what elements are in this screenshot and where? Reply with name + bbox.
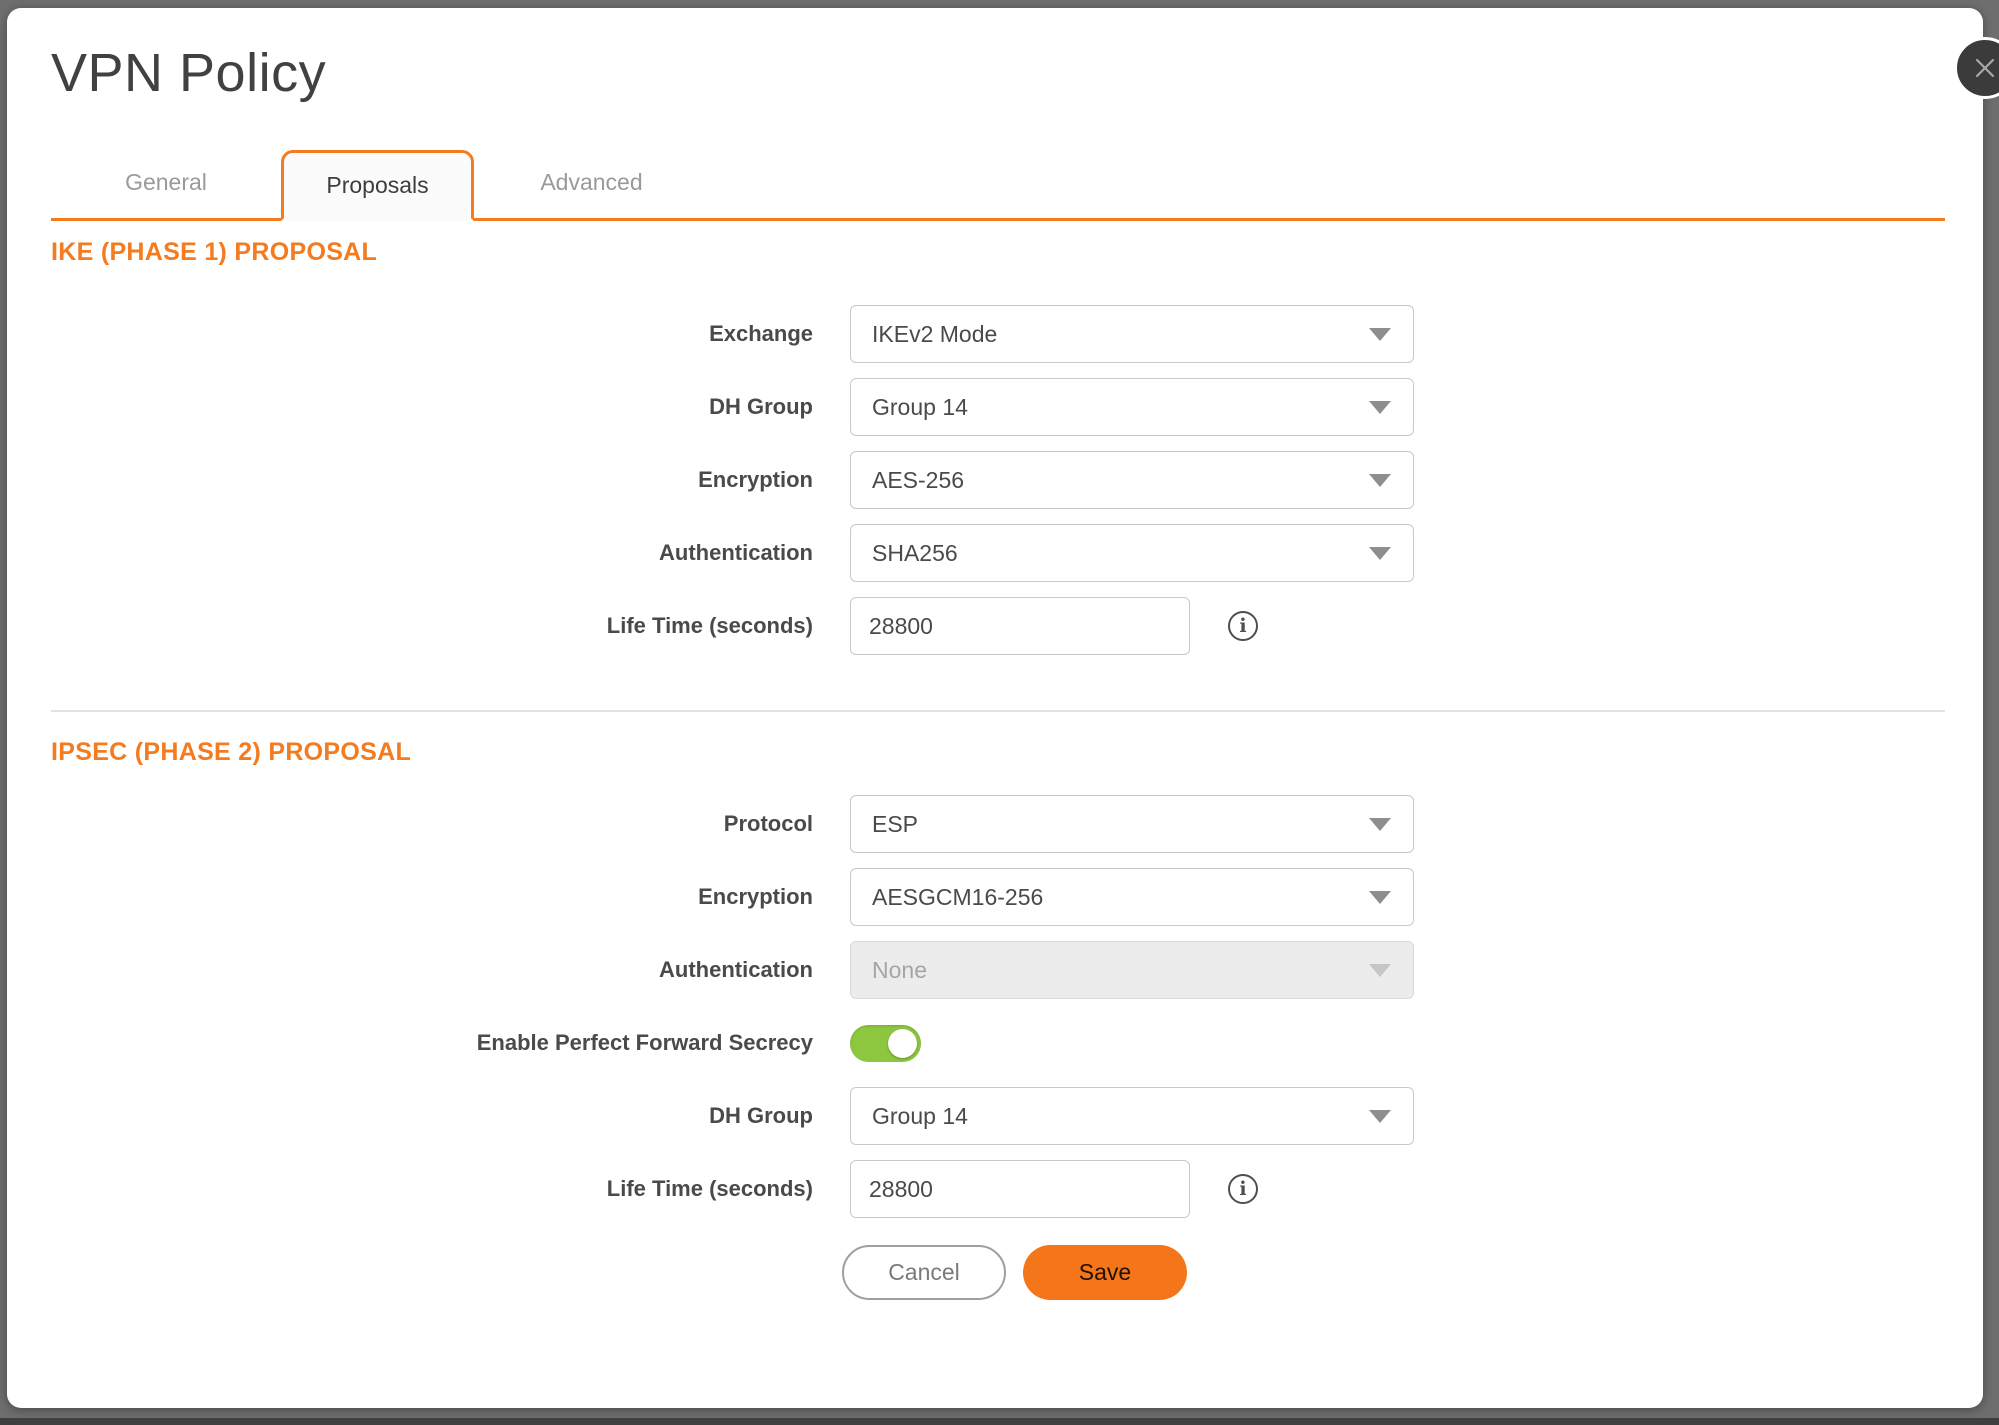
- info-icon[interactable]: i: [1228, 611, 1258, 641]
- ike-encryption-label: Encryption: [51, 467, 813, 493]
- ipsec-encryption-select-value: AESGCM16-256: [872, 884, 1043, 911]
- form-row-ike-lifetime: Life Time (seconds) i: [51, 597, 1945, 655]
- toggle-knob: [888, 1029, 917, 1058]
- chevron-down-icon: [1369, 328, 1391, 341]
- ipsec-authentication-select-value: None: [872, 957, 927, 984]
- chevron-down-icon: [1369, 818, 1391, 831]
- ike-authentication-select-value: SHA256: [872, 540, 958, 567]
- ipsec-dh-group-select-value: Group 14: [872, 1103, 968, 1130]
- ike-dh-group-label: DH Group: [51, 394, 813, 420]
- tab-proposals[interactable]: Proposals: [281, 150, 474, 221]
- protocol-select[interactable]: ESP: [850, 795, 1414, 853]
- chevron-down-icon: [1369, 1110, 1391, 1123]
- ipsec-section-heading: IPSEC (PHASE 2) PROPOSAL: [51, 737, 1945, 767]
- form-row-ipsec-encryption: Encryption AESGCM16-256: [51, 868, 1945, 926]
- ipsec-encryption-select[interactable]: AESGCM16-256: [850, 868, 1414, 926]
- section-divider: [51, 710, 1945, 712]
- page-title: VPN Policy: [51, 42, 1983, 104]
- close-x-icon: [1972, 55, 1998, 81]
- screen-background: VPN Policy General Proposals Advanced IK…: [0, 0, 1999, 1425]
- chevron-down-icon: [1369, 474, 1391, 487]
- tab-bar: General Proposals Advanced: [51, 147, 1945, 221]
- dialog-footer: Cancel Save: [842, 1245, 1945, 1300]
- save-button[interactable]: Save: [1023, 1245, 1187, 1300]
- ike-section: Exchange IKEv2 Mode DH Group Group 14: [51, 305, 1945, 655]
- ipsec-authentication-label: Authentication: [51, 957, 813, 983]
- exchange-select-value: IKEv2 Mode: [872, 321, 997, 348]
- exchange-label: Exchange: [51, 321, 813, 347]
- chevron-down-icon: [1369, 401, 1391, 414]
- ipsec-authentication-select-disabled: None: [850, 941, 1414, 999]
- tab-advanced[interactable]: Advanced: [474, 147, 709, 218]
- info-icon[interactable]: i: [1228, 1174, 1258, 1204]
- ipsec-lifetime-input[interactable]: [850, 1160, 1190, 1218]
- cancel-button[interactable]: Cancel: [842, 1245, 1006, 1300]
- ipsec-encryption-label: Encryption: [51, 884, 813, 910]
- form-row-ipsec-lifetime: Life Time (seconds) i: [51, 1160, 1945, 1218]
- form-row-ike-encryption: Encryption AES-256: [51, 451, 1945, 509]
- ike-lifetime-label: Life Time (seconds): [51, 613, 813, 639]
- ike-encryption-select-value: AES-256: [872, 467, 964, 494]
- protocol-label: Protocol: [51, 811, 813, 837]
- ike-dh-group-select-value: Group 14: [872, 394, 968, 421]
- ipsec-lifetime-label: Life Time (seconds): [51, 1176, 813, 1202]
- ike-authentication-label: Authentication: [51, 540, 813, 566]
- ipsec-section: Protocol ESP Encryption AESGCM16-256: [51, 795, 1945, 1218]
- chevron-down-icon: [1369, 547, 1391, 560]
- form-row-exchange: Exchange IKEv2 Mode: [51, 305, 1945, 363]
- form-row-ipsec-dh-group: DH Group Group 14: [51, 1087, 1945, 1145]
- ike-dh-group-select[interactable]: Group 14: [850, 378, 1414, 436]
- form-row-protocol: Protocol ESP: [51, 795, 1945, 853]
- form-row-ipsec-authentication: Authentication None: [51, 941, 1945, 999]
- tab-general[interactable]: General: [51, 147, 281, 218]
- ike-section-heading: IKE (PHASE 1) PROPOSAL: [51, 237, 1945, 267]
- ike-encryption-select[interactable]: AES-256: [850, 451, 1414, 509]
- pfs-toggle[interactable]: [850, 1025, 921, 1062]
- ike-authentication-select[interactable]: SHA256: [850, 524, 1414, 582]
- protocol-select-value: ESP: [872, 811, 918, 838]
- exchange-select[interactable]: IKEv2 Mode: [850, 305, 1414, 363]
- form-row-ike-dh-group: DH Group Group 14: [51, 378, 1945, 436]
- form-row-pfs-toggle: Enable Perfect Forward Secrecy: [51, 1014, 1945, 1072]
- vpn-policy-dialog: VPN Policy General Proposals Advanced IK…: [7, 8, 1983, 1408]
- chevron-down-icon: [1369, 891, 1391, 904]
- pfs-toggle-label: Enable Perfect Forward Secrecy: [51, 1030, 813, 1056]
- chevron-down-icon: [1369, 964, 1391, 977]
- ike-lifetime-input[interactable]: [850, 597, 1190, 655]
- form-row-ike-authentication: Authentication SHA256: [51, 524, 1945, 582]
- ipsec-dh-group-select[interactable]: Group 14: [850, 1087, 1414, 1145]
- tab-panel-proposals: IKE (PHASE 1) PROPOSAL Exchange IKEv2 Mo…: [7, 237, 1983, 1300]
- ipsec-dh-group-label: DH Group: [51, 1103, 813, 1129]
